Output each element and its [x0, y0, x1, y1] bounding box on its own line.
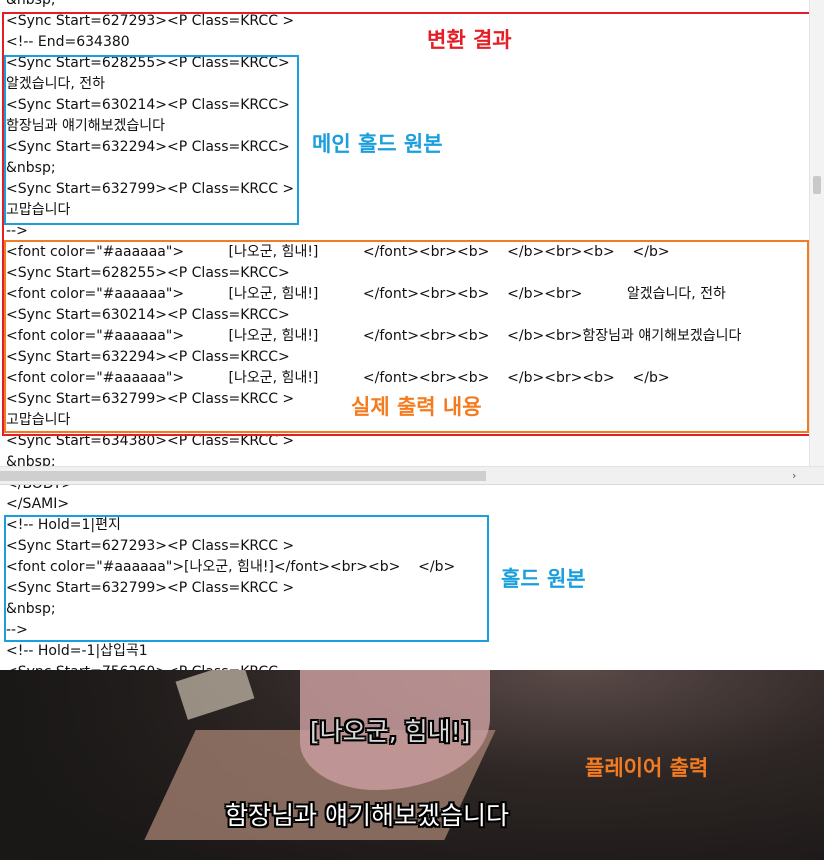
actual-output-label: 실제 출력 내용 [351, 395, 482, 419]
subtitle-top: [나오군, 힘내!] [310, 717, 471, 746]
video-player[interactable]: [나오군, 힘내!] 플레이어 출력 함장님과 얘기해보겠습니다 [0, 670, 824, 860]
hold-source-box [4, 515, 489, 642]
hold-source-label: 홀드 원본 [501, 567, 586, 591]
horizontal-scrollbar[interactable]: ‹ › [0, 466, 824, 484]
editor-top[interactable]: &nbsp; <Sync Start=627293><P Class=KRCC … [0, 0, 824, 484]
code-line: <!-- Hold=-1|삽입곡1 [6, 643, 148, 659]
code-line: </SAMI> [6, 496, 70, 512]
conversion-result-label: 변환 결과 [427, 28, 512, 52]
horizontal-scroll-thumb[interactable] [0, 471, 486, 481]
main-hold-source-box [4, 55, 299, 225]
main-hold-source-label: 메인 홀드 원본 [312, 132, 443, 156]
code-line: &nbsp; [6, 0, 56, 8]
vertical-scroll-thumb[interactable] [813, 176, 821, 194]
scroll-right-icon[interactable]: › [792, 470, 796, 482]
vertical-scrollbar[interactable] [809, 0, 824, 466]
editor-bottom[interactable]: </BODY> </SAMI> <!-- Hold=1|편지 <Sync Sta… [0, 484, 824, 671]
subtitle-bottom: 함장님과 얘기해보겠습니다 [225, 801, 509, 830]
player-output-label: 플레이어 출력 [585, 756, 709, 780]
